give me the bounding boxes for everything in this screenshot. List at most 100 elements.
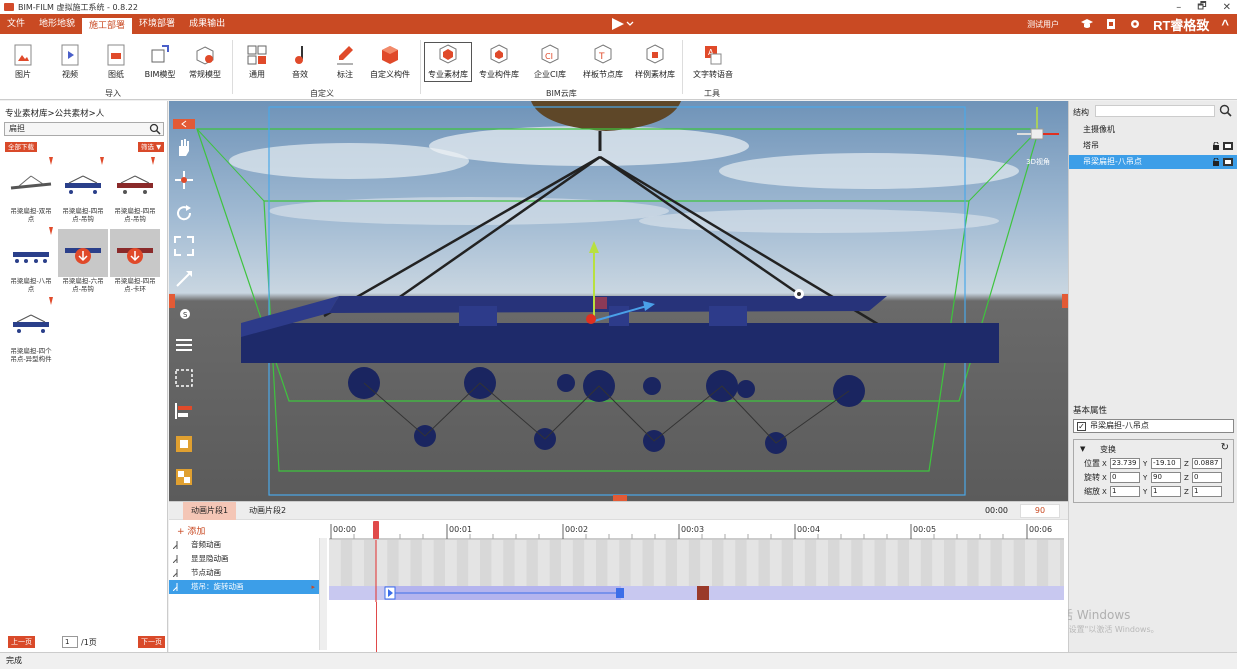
reset-transform-icon[interactable]: ↻ (1221, 442, 1229, 453)
track-crane-rotation[interactable]: 塔吊：旋转动画 ▸ (169, 580, 319, 594)
user-name[interactable]: 测试用户 (1027, 19, 1059, 30)
track-visibility[interactable]: 显显隐动画 (169, 552, 319, 566)
graduation-cap-icon[interactable] (1081, 18, 1094, 30)
track-options-icon[interactable]: ▸ (311, 580, 315, 594)
prev-page-button[interactable]: 上一页 (8, 636, 35, 648)
rotation-y-input[interactable]: 90 (1151, 472, 1181, 483)
brand-caret-icon[interactable]: ^ (1221, 17, 1229, 32)
page-number-input[interactable]: 1 (62, 636, 78, 648)
menu-file[interactable]: 文件 (0, 14, 32, 34)
tool-general[interactable]: 通用 (237, 44, 277, 80)
tool-template-node-lib[interactable]: T 样板节点库 (580, 44, 626, 80)
scale-icon[interactable] (173, 235, 195, 257)
material-item[interactable]: 吊梁扁担-四吊 点-卡环 (110, 229, 160, 299)
rotation-x-input[interactable]: 0 (1110, 472, 1140, 483)
layers-icon[interactable] (173, 334, 195, 356)
time-ruler[interactable]: 00:00 00:01 00:02 00:03 00:04 00:05 00:0… (329, 520, 1064, 540)
close-button[interactable]: ✕ (1223, 2, 1231, 13)
menu-output[interactable]: 成果输出 (182, 14, 232, 34)
keyframe-end[interactable] (616, 588, 624, 598)
add-track-button[interactable]: + 添加 (177, 524, 205, 537)
material-item[interactable]: 吊梁扁担-双吊 点 (6, 165, 56, 235)
pin-icon[interactable] (48, 157, 54, 165)
material-item[interactable]: 吊梁扁担-四吊 点-吊钩 (58, 165, 108, 235)
tool-custom-component[interactable]: 自定义构件 (367, 44, 413, 80)
position-y-input[interactable]: -19.10 (1151, 458, 1181, 469)
play-dropdown-button[interactable] (610, 17, 634, 31)
pin-icon[interactable] (48, 297, 54, 305)
tree-item-main-camera[interactable]: 主摄像机 (1069, 123, 1237, 137)
menu-construction[interactable]: 施工部署 (82, 18, 133, 34)
download-all-button[interactable]: 全部下载 (5, 142, 37, 152)
tool-sound[interactable]: 音效 (280, 44, 320, 80)
tool-professional-component-lib[interactable]: 专业构件库 (476, 44, 522, 80)
filter-button[interactable]: 筛选 ▼ (138, 142, 165, 152)
frame-rate-field[interactable]: 90 (1020, 504, 1060, 518)
align-icon[interactable] (173, 400, 195, 422)
keyframe-grid[interactable] (329, 540, 1064, 602)
hand-pan-icon[interactable] (173, 136, 195, 158)
tool-enterprise-ci-lib[interactable]: CI 企业CI库 (530, 44, 570, 80)
pin-icon[interactable] (150, 157, 156, 165)
view-mode-label[interactable]: 3D视角 (1026, 157, 1050, 167)
keyframe-marker[interactable] (697, 586, 709, 600)
lock-icon[interactable] (1212, 142, 1220, 150)
tree-item-lifting-beam[interactable]: 吊梁扁担-八吊点 (1069, 155, 1237, 169)
tool-bim-model[interactable]: BIM模型 (140, 44, 180, 80)
tool-regular-model[interactable]: 常规模型 (185, 44, 225, 80)
bring-front-icon[interactable] (173, 433, 195, 455)
snap-icon[interactable]: S (173, 301, 195, 323)
position-z-input[interactable]: 0.0887 (1192, 458, 1222, 469)
track-node[interactable]: 节点动画 (169, 566, 319, 580)
visibility-icon[interactable] (1223, 142, 1233, 150)
material-item[interactable]: 吊梁扁担-四个 吊点-异型构件 (6, 305, 56, 375)
3d-viewport[interactable]: S 3D视角 (169, 101, 1068, 501)
playhead-handle[interactable] (373, 521, 379, 539)
structure-search-input[interactable] (1095, 105, 1215, 117)
object-name-field[interactable]: ✓ 吊梁扁担-八吊点 (1073, 419, 1234, 433)
group-icon[interactable] (173, 466, 195, 488)
position-x-input[interactable]: 23.739 (1110, 458, 1140, 469)
rotation-z-input[interactable]: 0 (1192, 472, 1222, 483)
menu-environment[interactable]: 环境部署 (132, 14, 182, 34)
collapse-left-panel-button[interactable] (169, 294, 175, 308)
status-bar: 完成 (0, 652, 1237, 669)
tab-animation-clip-1[interactable]: 动画片段1 (183, 502, 237, 520)
focus-icon[interactable] (173, 268, 195, 290)
tool-annotation[interactable]: 标注 (325, 44, 365, 80)
object-visible-checkbox[interactable]: ✓ (1077, 422, 1086, 431)
scale-x-input[interactable]: 1 (1110, 486, 1140, 497)
scale-z-input[interactable]: 1 (1192, 486, 1222, 497)
frame-select-icon[interactable] (173, 367, 195, 389)
search-icon[interactable] (1219, 104, 1232, 117)
next-page-button[interactable]: 下一页 (138, 636, 165, 648)
tool-text-to-speech[interactable]: A 文字转语音 (689, 44, 737, 80)
tool-sample-material-lib[interactable]: 样例素材库 (632, 44, 678, 80)
track-list-scrollbar[interactable] (319, 538, 327, 650)
move-icon[interactable] (173, 169, 195, 191)
document-icon[interactable] (1105, 18, 1117, 30)
tool-drawing[interactable]: 图纸 (96, 44, 136, 80)
visibility-icon[interactable] (1223, 158, 1233, 166)
gear-icon[interactable] (1129, 18, 1141, 30)
minimize-button[interactable]: – (1176, 2, 1181, 13)
scale-y-input[interactable]: 1 (1151, 486, 1181, 497)
tool-image[interactable]: 图片 (3, 44, 43, 80)
menu-terrain[interactable]: 地形地貌 (32, 14, 82, 34)
collapse-toolbar-icon[interactable] (173, 119, 195, 129)
search-icon[interactable] (149, 123, 161, 135)
lock-icon[interactable] (1212, 158, 1220, 166)
pin-icon[interactable] (99, 157, 105, 165)
tool-professional-material-lib[interactable]: 专业素材库 (424, 42, 472, 82)
tree-item-tower-crane[interactable]: 塔吊 (1069, 139, 1237, 153)
track-audio[interactable]: 音频动画 (169, 538, 319, 552)
collapse-triangle-icon[interactable]: ▼ (1080, 445, 1085, 453)
material-search-input[interactable]: 扁担 (4, 122, 164, 136)
material-item[interactable]: 吊梁扁担-八吊 点 (6, 235, 56, 305)
rotate-icon[interactable] (173, 202, 195, 224)
pin-icon[interactable] (48, 227, 54, 235)
material-item[interactable]: 吊梁扁担-四吊 点-吊钩 (110, 165, 160, 235)
tool-video[interactable]: 视频 (50, 44, 90, 80)
tab-animation-clip-2[interactable]: 动画片段2 (241, 502, 294, 520)
material-item-selected[interactable]: 吊梁扁担-六吊 点-吊钩 (58, 229, 108, 299)
